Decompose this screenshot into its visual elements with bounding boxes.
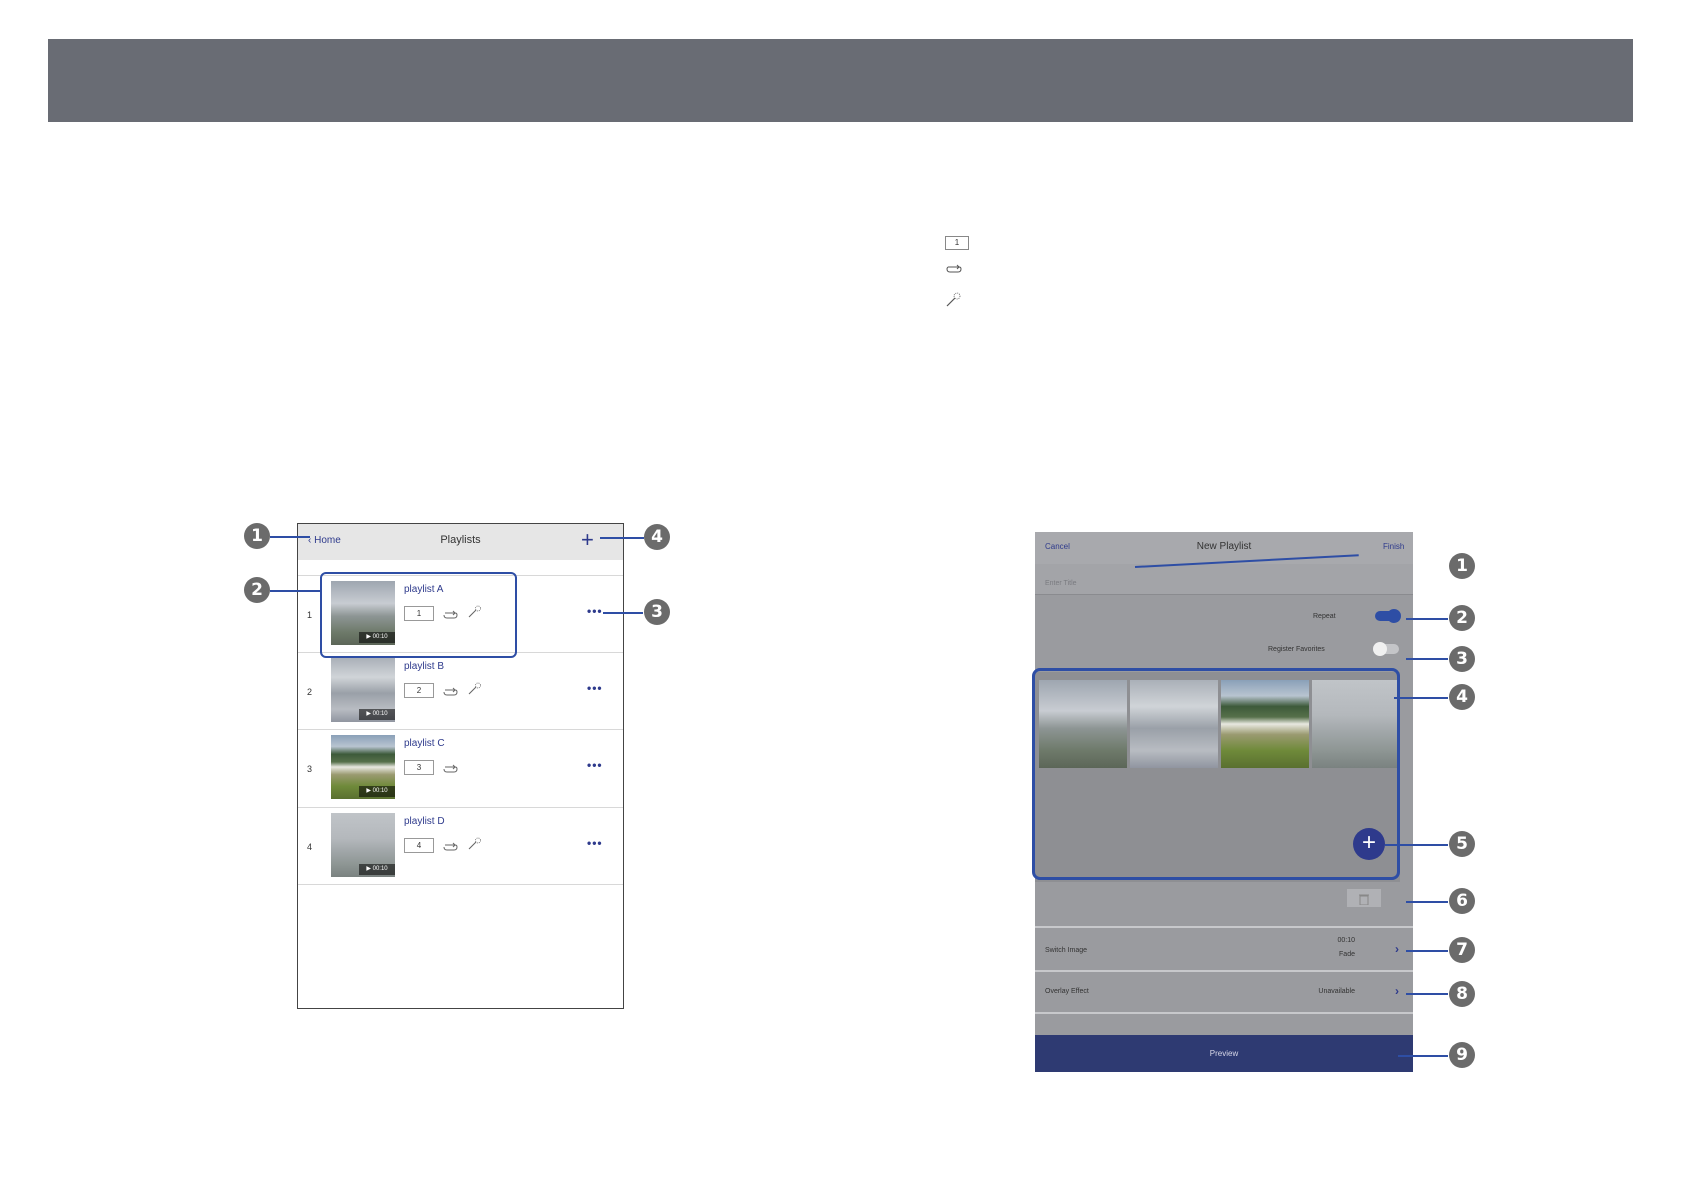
page-title: Playlists	[440, 534, 481, 546]
switch-image-effect: Fade	[1339, 951, 1355, 958]
callout-marker: 9	[1449, 1042, 1475, 1068]
plus-icon[interactable]: +	[581, 528, 594, 552]
more-options-icon[interactable]: •••	[587, 836, 603, 850]
repeat-icon	[443, 839, 459, 857]
delete-button[interactable]	[1347, 889, 1381, 907]
playlists-topbar: ‹ Home Playlists +	[298, 524, 623, 560]
callout-leader	[1398, 1055, 1448, 1057]
title-placeholder: Enter Title	[1045, 580, 1077, 587]
overlay-effect-value: Unavailable	[1318, 988, 1355, 995]
list-item[interactable]: 3 ▶ 00:10 playlist C 3 •••	[298, 729, 623, 806]
finish-button[interactable]: Finish	[1383, 542, 1404, 551]
playlist-number: 1	[307, 610, 313, 620]
divider	[1035, 1012, 1413, 1014]
callout-leader	[1406, 993, 1448, 995]
duration-label: ▶ 00:10	[359, 709, 395, 720]
list-item[interactable]: 2 ▶ 00:10 playlist B 2 •••	[298, 652, 623, 729]
duration-label: ▶ 00:10	[359, 864, 395, 875]
playlist-name: playlist B	[404, 661, 445, 672]
preview-label: Preview	[1209, 1049, 1239, 1058]
repeat-label: Repeat	[1313, 613, 1336, 620]
playlist-number: 2	[307, 687, 313, 697]
callout-marker: 3	[644, 599, 670, 625]
callout-leader	[1406, 618, 1448, 620]
number-badge-icon: 1	[945, 234, 975, 254]
switch-image-time: 00:10	[1337, 937, 1355, 944]
chevron-right-icon[interactable]: ›	[1395, 984, 1399, 998]
list-item[interactable]: 4 ▶ 00:10 playlist D 4 •••	[298, 807, 623, 885]
callout-leader	[603, 612, 643, 614]
new-playlist-topbar: Cancel New Playlist Finish	[1035, 532, 1413, 564]
playlist-number: 3	[307, 764, 313, 774]
playlist-name: playlist C	[404, 738, 445, 749]
callout-leader	[270, 536, 310, 538]
callout-marker: 4	[1449, 684, 1475, 710]
register-favorites-toggle[interactable]	[1373, 642, 1399, 656]
playlist-thumbnail: ▶ 00:10	[331, 658, 395, 722]
title-input[interactable]: Enter Title	[1035, 564, 1413, 595]
callout-marker: 8	[1449, 981, 1475, 1007]
divider	[1035, 970, 1413, 972]
callout-leader	[1406, 901, 1448, 903]
callout-marker: 3	[1449, 646, 1475, 672]
playlist-badge: 2	[404, 683, 434, 698]
callout-marker: 1	[1449, 553, 1475, 579]
image-grid-highlight-frame	[1032, 668, 1400, 880]
duration-value: 00:10	[372, 711, 388, 717]
callout-marker: 7	[1449, 937, 1475, 963]
legend-badge: 1	[945, 236, 969, 250]
more-options-icon[interactable]: •••	[587, 758, 603, 772]
playlist-name: playlist D	[404, 816, 445, 827]
callout-marker: 1	[244, 523, 270, 549]
page-title: New Playlist	[1196, 541, 1252, 552]
effect-wand-icon	[945, 292, 975, 312]
callout-marker: 2	[1449, 605, 1475, 631]
more-options-icon[interactable]: •••	[587, 604, 603, 618]
duration-label: ▶ 00:10	[359, 786, 395, 797]
playlist-thumbnail: ▶ 00:10	[331, 813, 395, 877]
callout-marker: 4	[644, 524, 670, 550]
duration-value: 00:10	[372, 866, 388, 872]
callout-leader	[600, 537, 644, 539]
switch-image-label: Switch Image	[1045, 947, 1088, 954]
effect-wand-icon	[467, 837, 483, 856]
playlist-thumbnail: ▶ 00:10	[331, 735, 395, 799]
effect-wand-icon	[467, 682, 483, 701]
overlay-effect-label: Overlay Effect	[1045, 988, 1089, 995]
callout-marker: 5	[1449, 831, 1475, 857]
playlist-highlight-frame	[320, 572, 517, 658]
divider	[1035, 926, 1413, 928]
callout-leader	[1394, 697, 1448, 699]
repeat-icon	[443, 761, 459, 779]
register-favorites-label: Register Favorites	[1268, 646, 1325, 653]
callout-leader	[270, 590, 320, 592]
playlist-badge: 4	[404, 838, 434, 853]
callout-leader	[1385, 844, 1448, 846]
playlist-number: 4	[307, 842, 313, 852]
callout-leader	[1406, 950, 1448, 952]
callout-marker: 6	[1449, 888, 1475, 914]
callout-marker: 2	[244, 577, 270, 603]
repeat-icon	[945, 262, 975, 282]
callout-leader	[1406, 658, 1448, 660]
repeat-toggle[interactable]	[1375, 609, 1401, 623]
preview-button[interactable]: Preview	[1035, 1035, 1413, 1072]
repeat-icon	[443, 684, 459, 702]
header-bar	[48, 39, 1633, 122]
more-options-icon[interactable]: •••	[587, 681, 603, 695]
duration-value: 00:10	[372, 788, 388, 794]
playlist-badge: 3	[404, 760, 434, 775]
trash-icon	[1359, 892, 1369, 910]
chevron-right-icon[interactable]: ›	[1395, 942, 1399, 956]
